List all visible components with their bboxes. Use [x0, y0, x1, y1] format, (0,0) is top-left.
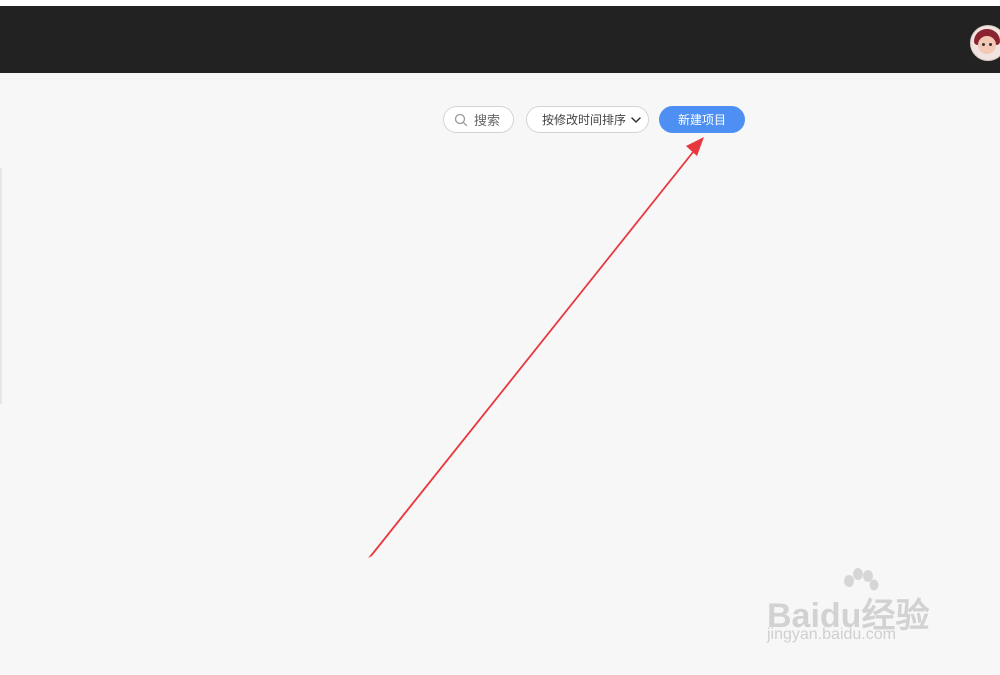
annotation-arrow-head — [686, 137, 704, 156]
search-placeholder: 搜索 — [474, 114, 501, 129]
search-input[interactable]: 搜索 — [443, 106, 514, 133]
annotation-arrow-shaft — [368, 146, 699, 558]
watermark-site: jingyan.baidu.com — [767, 626, 896, 643]
avatar-eye — [989, 43, 992, 46]
collapsed-side-panel-edge — [0, 168, 2, 404]
search-icon — [454, 113, 468, 127]
avatar-eye — [982, 43, 985, 46]
baidu-watermark: Baidu经验 jingyan.baidu.com — [765, 568, 965, 658]
avatar-face — [978, 36, 996, 54]
sort-dropdown[interactable]: 按修改时间排序 — [526, 106, 649, 133]
top-navbar — [0, 6, 1000, 73]
sort-dropdown-label: 按修改时间排序 — [542, 113, 627, 127]
new-project-button[interactable]: 新建项目 — [659, 106, 745, 133]
user-avatar[interactable] — [970, 25, 1000, 61]
chevron-down-icon — [630, 114, 642, 126]
